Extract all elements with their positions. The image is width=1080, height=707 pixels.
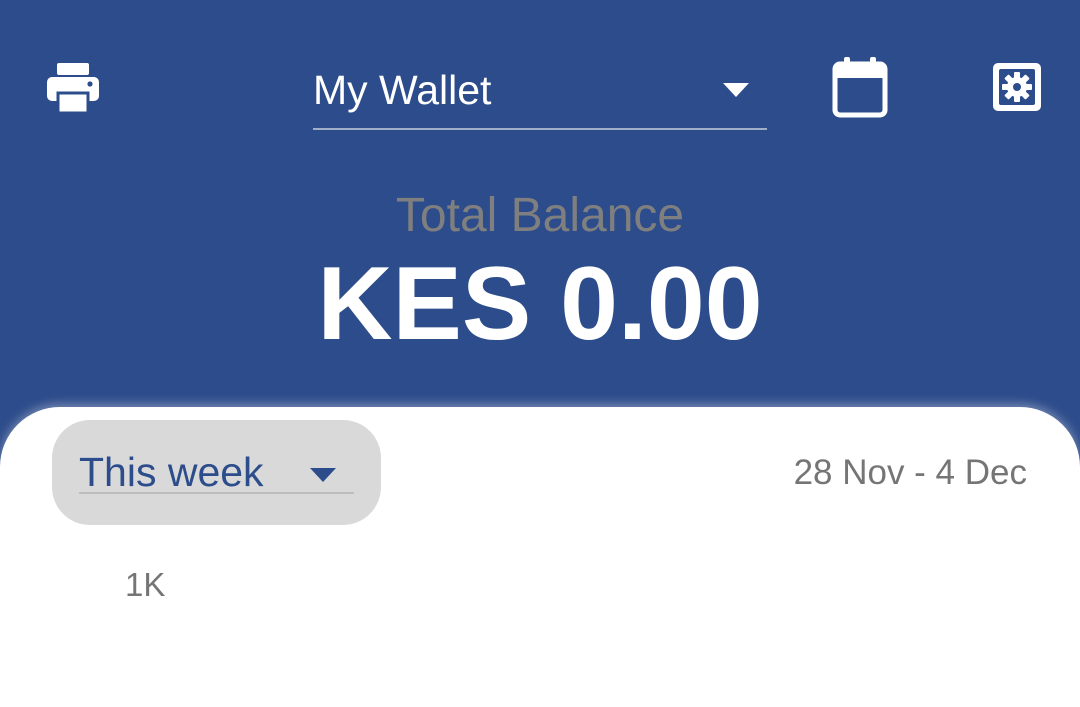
print-button[interactable] xyxy=(40,56,106,120)
print-icon xyxy=(47,63,99,115)
app-header: My Wallet Total Balance KES 0.00 xyxy=(0,0,1080,420)
chevron-down-icon xyxy=(310,468,336,482)
wallet-select[interactable]: My Wallet xyxy=(313,56,767,130)
balance-amount: KES 0.00 xyxy=(317,246,763,362)
settings-button[interactable] xyxy=(984,54,1050,120)
calendar-icon xyxy=(832,57,888,118)
period-select[interactable]: This week xyxy=(52,420,381,525)
settings-icon xyxy=(993,63,1041,111)
summary-card: This week 28 Nov - 4 Dec 1K xyxy=(0,407,1080,707)
date-range: 28 Nov - 4 Dec xyxy=(793,453,1027,492)
wallet-select-value: My Wallet xyxy=(313,67,492,113)
period-select-value: This week xyxy=(79,449,264,495)
period-select-field: This week xyxy=(79,444,354,495)
y-axis-tick-label: 1K xyxy=(125,566,166,603)
chevron-down-icon xyxy=(723,83,749,97)
calendar-button[interactable] xyxy=(826,52,894,122)
balance-label: Total Balance xyxy=(395,189,685,242)
